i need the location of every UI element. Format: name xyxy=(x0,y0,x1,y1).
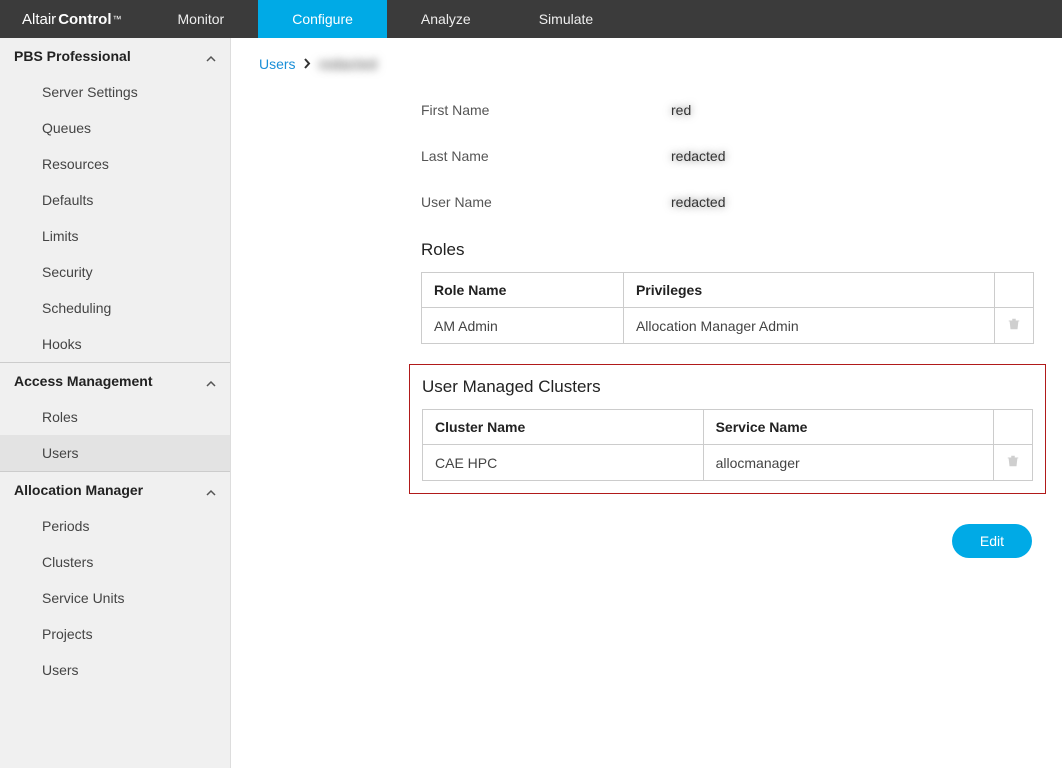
table-row: CAE HPC allocmanager xyxy=(423,445,1033,481)
section-title-alloc: Allocation Manager xyxy=(14,482,143,498)
chevron-right-icon xyxy=(304,56,311,72)
brand-logo: Altair Control ™ xyxy=(0,0,144,38)
main-content: Users redacted First Name red Last Name … xyxy=(231,38,1062,768)
edit-button[interactable]: Edit xyxy=(952,524,1032,558)
roles-table: Role Name Privileges AM Admin Allocation… xyxy=(421,272,1034,344)
chevron-up-icon xyxy=(206,376,216,386)
roles-section-title: Roles xyxy=(421,240,1034,260)
section-access-management[interactable]: Access Management xyxy=(0,363,230,399)
brand-bold: Control xyxy=(58,11,111,28)
brand-light: Altair xyxy=(22,11,56,28)
sidebar-item-defaults[interactable]: Defaults xyxy=(0,182,230,218)
service-name-cell: allocmanager xyxy=(703,445,993,481)
role-priv-cell: Allocation Manager Admin xyxy=(623,308,994,344)
sidebar-item-roles[interactable]: Roles xyxy=(0,399,230,435)
chevron-up-icon xyxy=(206,51,216,61)
last-name-value: redacted xyxy=(671,148,725,164)
topnav-monitor[interactable]: Monitor xyxy=(144,0,259,38)
chevron-up-icon xyxy=(206,485,216,495)
section-title-access: Access Management xyxy=(14,373,153,389)
sidebar-item-service-units[interactable]: Service Units xyxy=(0,580,230,616)
user-details: First Name red Last Name redacted User N… xyxy=(421,102,1034,558)
clusters-table: Cluster Name Service Name CAE HPC allocm… xyxy=(422,409,1033,481)
sidebar-item-periods[interactable]: Periods xyxy=(0,508,230,544)
user-name-label: User Name xyxy=(421,194,671,210)
first-name-label: First Name xyxy=(421,102,671,118)
roles-header-priv: Privileges xyxy=(623,273,994,308)
first-name-value: red xyxy=(671,102,691,118)
section-title-pbs: PBS Professional xyxy=(14,48,131,64)
sidebar-item-server-settings[interactable]: Server Settings xyxy=(0,74,230,110)
table-row: AM Admin Allocation Manager Admin xyxy=(422,308,1034,344)
sidebar-item-users-am[interactable]: Users xyxy=(0,435,230,471)
breadcrumb: Users redacted xyxy=(259,56,1034,72)
sidebar-item-resources[interactable]: Resources xyxy=(0,146,230,182)
sidebar-item-hooks[interactable]: Hooks xyxy=(0,326,230,362)
sidebar-item-limits[interactable]: Limits xyxy=(0,218,230,254)
breadcrumb-users-link[interactable]: Users xyxy=(259,56,296,72)
user-managed-clusters-highlight: User Managed Clusters Cluster Name Servi… xyxy=(409,364,1046,494)
topnav-simulate[interactable]: Simulate xyxy=(505,0,627,38)
topbar: Altair Control ™ Monitor Configure Analy… xyxy=(0,0,1062,38)
trash-icon[interactable] xyxy=(1007,318,1021,334)
sidebar: PBS Professional Server Settings Queues … xyxy=(0,38,231,768)
top-nav: Monitor Configure Analyze Simulate xyxy=(144,0,628,38)
role-name-link[interactable]: AM Admin xyxy=(422,308,624,344)
topnav-analyze[interactable]: Analyze xyxy=(387,0,505,38)
sidebar-item-projects[interactable]: Projects xyxy=(0,616,230,652)
user-name-value: redacted xyxy=(671,194,725,210)
roles-header-name: Role Name xyxy=(422,273,624,308)
cluster-name-cell: CAE HPC xyxy=(423,445,704,481)
trash-icon[interactable] xyxy=(1006,455,1020,471)
sidebar-item-scheduling[interactable]: Scheduling xyxy=(0,290,230,326)
topnav-configure[interactable]: Configure xyxy=(258,0,387,38)
roles-header-action xyxy=(995,273,1034,308)
section-pbs-professional[interactable]: PBS Professional xyxy=(0,38,230,74)
clusters-header-service: Service Name xyxy=(703,410,993,445)
sidebar-item-security[interactable]: Security xyxy=(0,254,230,290)
clusters-header-name: Cluster Name xyxy=(423,410,704,445)
brand-tm: ™ xyxy=(113,14,122,24)
sidebar-item-users-alloc[interactable]: Users xyxy=(0,652,230,688)
clusters-header-action xyxy=(994,410,1033,445)
breadcrumb-current: redacted xyxy=(319,56,377,72)
sidebar-item-queues[interactable]: Queues xyxy=(0,110,230,146)
sidebar-item-clusters[interactable]: Clusters xyxy=(0,544,230,580)
last-name-label: Last Name xyxy=(421,148,671,164)
section-allocation-manager[interactable]: Allocation Manager xyxy=(0,472,230,508)
clusters-section-title: User Managed Clusters xyxy=(422,377,1033,397)
